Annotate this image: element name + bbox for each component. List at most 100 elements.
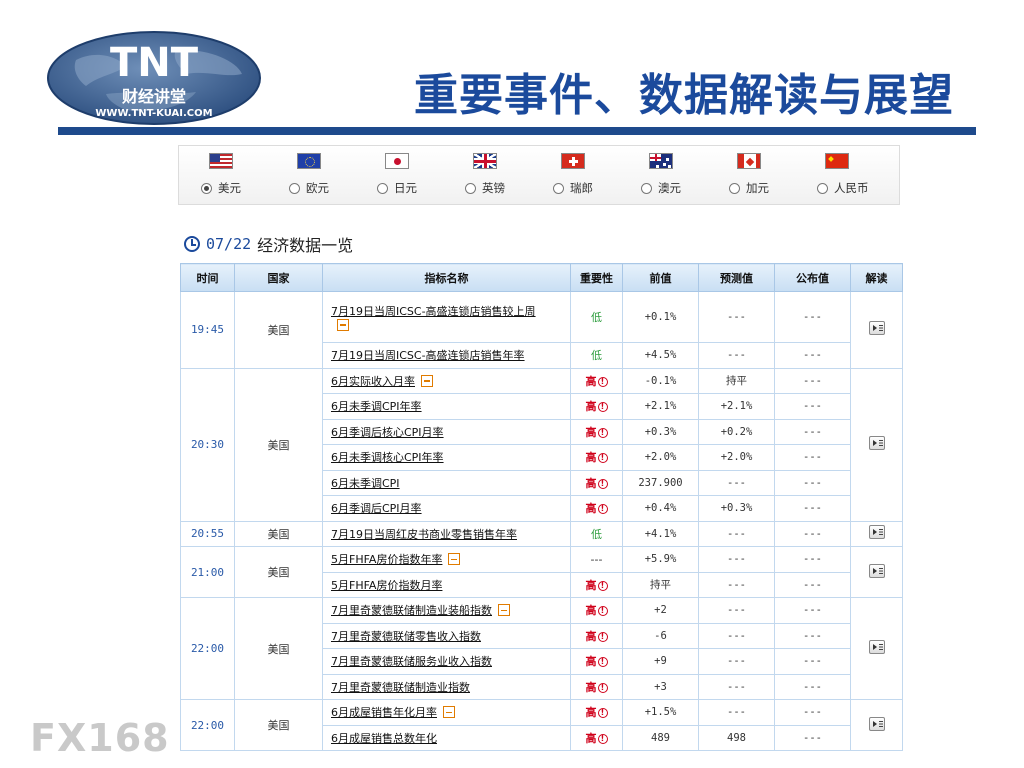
indicator-link[interactable]: 7月里奇蒙德联储制造业装船指数 — [331, 604, 492, 617]
indicator-link[interactable]: 7月里奇蒙德联储零售收入指数 — [331, 630, 481, 643]
indicator-link[interactable]: 7月19日当周ICSC-高盛连锁店销售年率 — [331, 349, 525, 362]
jp-flag-icon[interactable] — [385, 153, 409, 169]
currency-radio[interactable] — [377, 182, 388, 194]
event-time: 22:00 — [180, 597, 235, 700]
currency-option[interactable]: 加元 — [707, 146, 795, 204]
interpret-icon[interactable] — [868, 563, 885, 578]
prev-value: +0.3% — [622, 418, 699, 445]
importance-cell: 高! — [570, 622, 623, 649]
forecast-value: --- — [698, 291, 775, 343]
prev-value: +0.4% — [622, 495, 699, 522]
actual-value: --- — [774, 597, 851, 624]
logo-url: WWW.TNT-KUAI.COM — [95, 108, 212, 119]
currency-option[interactable]: 人民币 — [795, 146, 883, 204]
indicator-cell: 6月未季调CPI年率 — [322, 393, 571, 420]
ca-flag-icon[interactable] — [737, 153, 761, 169]
indicator-link[interactable]: 7月里奇蒙德联储服务业收入指数 — [331, 655, 492, 668]
currency-option[interactable]: 日元 — [355, 146, 443, 204]
currency-radio-row[interactable]: 瑞郎 — [553, 180, 593, 196]
importance-cell: 高! — [570, 699, 623, 726]
indicator-link[interactable]: 5月FHFA房价指数年率 — [331, 553, 442, 566]
currency-label: 日元 — [394, 181, 417, 195]
collapse-icon[interactable] — [337, 318, 349, 331]
currency-radio-row[interactable]: 美元 — [201, 180, 241, 196]
forecast-value: +2.0% — [698, 444, 775, 471]
title-divider — [58, 127, 976, 135]
cn-flag-icon[interactable] — [825, 153, 849, 169]
currency-radio-row[interactable]: 澳元 — [641, 180, 681, 196]
event-time: 19:45 — [180, 291, 235, 369]
column-header: 重要性 — [570, 263, 623, 292]
currency-option[interactable]: 瑞郎 — [531, 146, 619, 204]
importance-cell: 高! — [570, 393, 623, 420]
indicator-link[interactable]: 6月未季调核心CPI年率 — [331, 451, 444, 464]
interpret-icon[interactable] — [868, 436, 885, 450]
indicator-link[interactable]: 6月成屋销售总数年化 — [331, 732, 437, 745]
currency-radio-row[interactable]: 日元 — [377, 180, 417, 196]
interpret-icon[interactable] — [868, 525, 885, 540]
interpret-icon[interactable] — [868, 716, 885, 731]
indicator-link[interactable]: 6月实际收入月率 — [331, 375, 415, 388]
currency-radio[interactable] — [465, 182, 476, 194]
tnt-logo: TNT 财经讲堂 WWW.TNT-KUAI.COM — [47, 31, 261, 125]
currency-radio[interactable] — [289, 182, 300, 194]
interpret-icon[interactable] — [868, 321, 885, 336]
currency-radio-row[interactable]: 人民币 — [817, 180, 869, 196]
ch-flag-icon[interactable] — [561, 153, 585, 169]
currency-radio[interactable] — [553, 182, 564, 194]
currency-radio[interactable] — [817, 182, 828, 194]
prev-value: +0.1% — [622, 291, 699, 343]
indicator-link[interactable]: 6月成屋销售年化月率 — [331, 706, 437, 719]
currency-option[interactable]: 欧元 — [267, 146, 355, 204]
interpret-cell — [850, 520, 903, 547]
currency-option[interactable]: 澳元 — [619, 146, 707, 204]
importance-cell: 高! — [570, 495, 623, 522]
forecast-value: --- — [698, 546, 775, 573]
alert-icon: ! — [597, 606, 608, 617]
indicator-link[interactable]: 6月未季调CPI年率 — [331, 400, 422, 413]
currency-option[interactable]: 美元 — [179, 146, 267, 204]
indicator-link[interactable]: 7月19日当周ICSC-高盛连锁店销售较上周 — [331, 305, 536, 318]
interpret-cell — [850, 546, 903, 598]
collapse-icon[interactable] — [498, 604, 510, 617]
eu-flag-icon[interactable] — [297, 153, 321, 169]
alert-icon: ! — [597, 478, 608, 489]
collapse-icon[interactable] — [448, 553, 461, 566]
prev-value: +5.9% — [622, 546, 699, 573]
alert-icon: ! — [597, 453, 608, 464]
importance-value: --- — [590, 552, 603, 566]
currency-radio[interactable] — [729, 182, 740, 194]
column-header: 前值 — [622, 263, 699, 292]
interpret-icon[interactable] — [868, 640, 885, 654]
importance-cell: --- — [570, 546, 623, 573]
currency-label: 加元 — [746, 181, 769, 195]
fx168-watermark: FX168 — [30, 716, 170, 760]
gb-flag-icon[interactable] — [473, 153, 497, 169]
currency-radio-row[interactable]: 英镑 — [465, 180, 505, 196]
collapse-icon[interactable] — [443, 706, 455, 719]
au-flag-icon[interactable] — [649, 153, 673, 169]
us-flag-icon[interactable] — [209, 153, 233, 169]
indicator-link[interactable]: 6月未季调CPI — [331, 477, 400, 490]
collapse-icon[interactable] — [421, 374, 433, 387]
currency-radio[interactable] — [641, 182, 652, 194]
indicator-cell: 6月成屋销售年化月率 — [322, 699, 571, 726]
currency-radio[interactable] — [201, 182, 212, 194]
importance-value: 高 — [585, 451, 597, 465]
indicator-link[interactable]: 6月季调后核心CPI月率 — [331, 426, 444, 439]
column-header: 预测值 — [698, 263, 775, 292]
currency-radio-row[interactable]: 加元 — [729, 180, 769, 196]
event-country: 美国 — [234, 597, 323, 700]
indicator-link[interactable]: 7月里奇蒙德联储制造业指数 — [331, 681, 470, 694]
currency-label: 人民币 — [834, 181, 869, 195]
currency-radio-row[interactable]: 欧元 — [289, 180, 329, 196]
importance-cell: 低 — [570, 342, 623, 369]
indicator-link[interactable]: 6月季调后CPI月率 — [331, 502, 422, 515]
importance-cell: 高! — [570, 648, 623, 675]
indicator-link[interactable]: 7月19日当周红皮书商业零售销售年率 — [331, 528, 517, 541]
importance-value: 高 — [585, 655, 597, 669]
logo-subtitle: 财经讲堂 — [121, 87, 186, 106]
currency-option[interactable]: 英镑 — [443, 146, 531, 204]
actual-value: --- — [774, 520, 851, 547]
indicator-link[interactable]: 5月FHFA房价指数月率 — [331, 579, 442, 592]
